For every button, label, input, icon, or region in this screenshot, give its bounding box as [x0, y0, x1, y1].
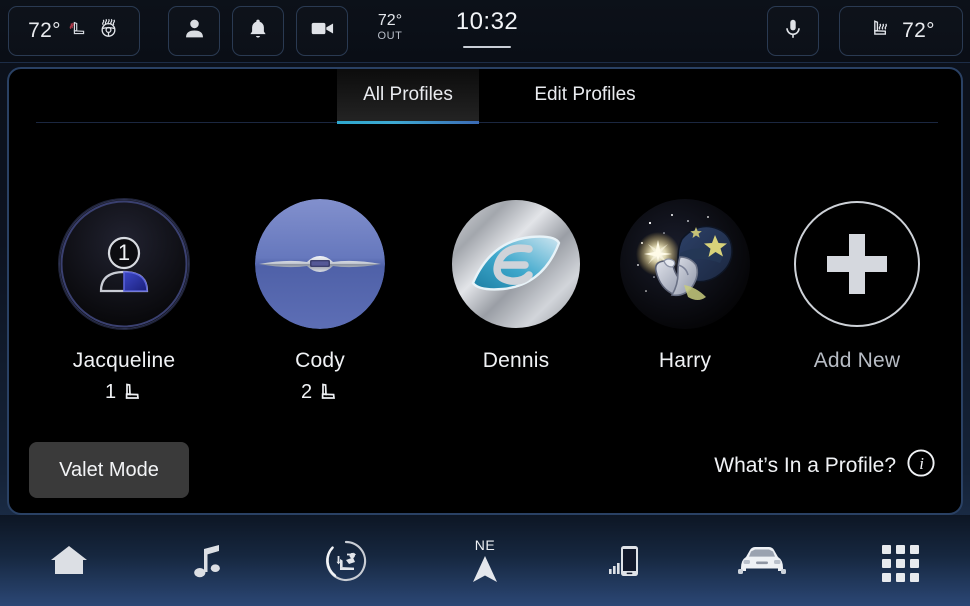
driver-climate-button[interactable]: 72° [8, 6, 140, 56]
home-icon [48, 541, 90, 586]
alerts-button[interactable] [232, 6, 284, 56]
wizard-avatar[interactable] [620, 199, 750, 329]
status-bar: 72° 72° OUT 10:32 72° [0, 0, 970, 63]
tab-all-profiles-label: All Profiles [363, 84, 453, 105]
profile-seat-memory [600, 379, 770, 405]
outside-temperature: 72° OUT [366, 12, 414, 43]
profile-name: Add New [813, 349, 901, 372]
nav-navigation[interactable]: NE [416, 515, 555, 606]
compass-heading-label: NE [474, 536, 496, 553]
profile-button[interactable] [168, 6, 220, 56]
profiles-panel: All Profiles Edit Profiles 1 Jacqueline … [7, 67, 963, 515]
bottom-navigation-bar: NE [0, 515, 970, 606]
nav-phone[interactable] [554, 515, 693, 606]
profile-seat-memory [772, 379, 942, 405]
whats-in-a-profile-label: What’s In a Profile? [714, 453, 896, 477]
svg-text:i: i [919, 454, 924, 473]
plus-circle-icon[interactable] [792, 199, 922, 329]
heated-seat-icon[interactable] [867, 16, 892, 46]
seat-memory-number: 2 [300, 380, 313, 403]
nav-comfort[interactable] [277, 515, 416, 606]
video-camera-icon [309, 15, 336, 47]
compass-arrow-icon [470, 553, 500, 590]
profile-card-harry[interactable]: Harry [600, 199, 770, 405]
seat-icon [321, 383, 336, 399]
valet-mode-label: Valet Mode [59, 458, 159, 481]
profiles-list: 1 Jacqueline 1 Cody 2 Dennis Harry Add N… [9, 199, 961, 419]
profile-name: Dennis [482, 349, 550, 372]
nav-apps[interactable] [831, 515, 970, 606]
tab-all-profiles[interactable]: All Profiles [337, 69, 479, 121]
svg-text:1: 1 [118, 240, 130, 265]
microphone-icon [781, 17, 805, 46]
profile-card-dennis[interactable]: Dennis [431, 199, 601, 405]
profile-seat-memory [431, 379, 601, 405]
profile-card-cody[interactable]: Cody 2 [235, 199, 405, 405]
profile-name: Jacqueline [72, 349, 176, 372]
drag-handle[interactable] [463, 46, 511, 48]
passenger-climate-button[interactable]: 72° [839, 6, 963, 56]
passenger-temp-value: 72° [902, 19, 935, 42]
profile-name: Harry [658, 349, 712, 372]
seat-memory-number: 1 [104, 380, 117, 403]
infotainment-screen: 72° 72° OUT 10:32 72° All Profiles Edit … [0, 0, 970, 606]
outside-temp-label: OUT [377, 30, 403, 42]
camera-button[interactable] [296, 6, 348, 56]
clock-and-drag-handle[interactable]: 10:32 [435, 8, 539, 48]
outside-temp-value: 72° [377, 12, 403, 29]
climate-comfort-icon [324, 539, 368, 588]
profile-card-jacqueline[interactable]: 1 Jacqueline 1 [39, 199, 209, 405]
clock: 10:32 [455, 8, 519, 35]
phone-signal-icon [603, 540, 645, 587]
person-icon [182, 16, 207, 46]
voice-button[interactable] [767, 6, 819, 56]
blue-leaf-e-logo-avatar[interactable] [451, 199, 581, 329]
car-front-icon [733, 544, 791, 583]
info-icon[interactable]: i [907, 449, 935, 482]
active-tab-underline [337, 121, 479, 124]
seat-icon [125, 383, 140, 399]
nav-media[interactable] [139, 515, 278, 606]
apps-grid-icon [882, 545, 920, 582]
chrysler-wing-emblem-avatar[interactable] [255, 199, 385, 329]
valet-mode-button[interactable]: Valet Mode [29, 442, 189, 498]
tab-bar: All Profiles Edit Profiles [9, 69, 961, 124]
tab-edit-profiles[interactable]: Edit Profiles [507, 69, 663, 121]
profile-seat-memory: 1 [39, 379, 209, 405]
bell-icon [246, 17, 270, 46]
driver-temp-value: 72° [28, 19, 61, 42]
heated-steering-wheel-icon[interactable] [97, 17, 120, 45]
music-note-icon [190, 541, 226, 586]
nav-vehicle[interactable] [693, 515, 832, 606]
tab-divider [36, 122, 938, 123]
driver-seat-position-1-avatar[interactable]: 1 [59, 199, 189, 329]
profile-card-add-new[interactable]: Add New [772, 199, 942, 405]
heated-seat-icon[interactable] [68, 18, 90, 45]
profile-seat-memory: 2 [235, 379, 405, 405]
nav-home[interactable] [0, 515, 139, 606]
tab-edit-profiles-label: Edit Profiles [534, 84, 636, 105]
whats-in-a-profile-link[interactable]: What’s In a Profile? i [714, 449, 935, 482]
profile-name: Cody [295, 349, 345, 372]
